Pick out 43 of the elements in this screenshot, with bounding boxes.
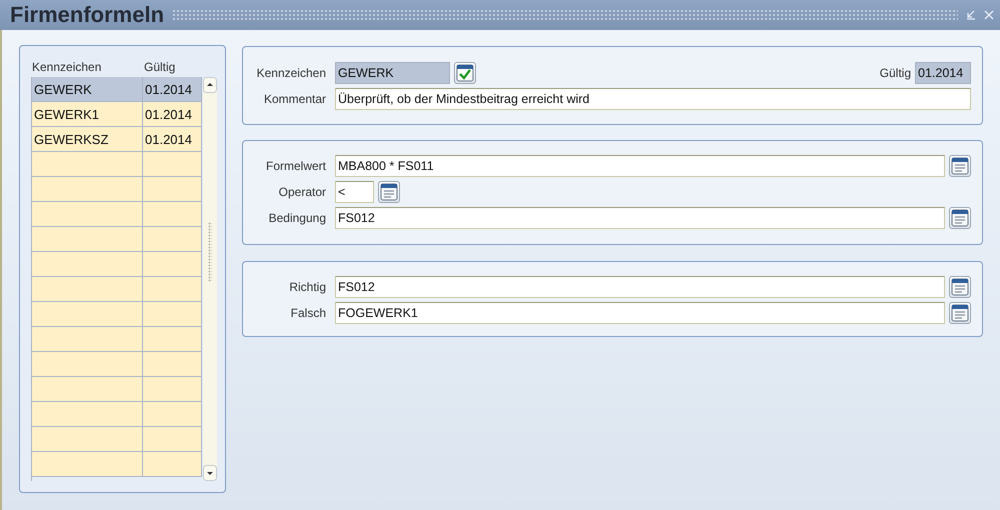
window-title: Firmenformeln — [10, 2, 164, 28]
readonly-field[interactable]: GEWERK — [335, 62, 450, 84]
list-icon — [951, 209, 969, 227]
field-label: Kommentar — [262, 92, 326, 106]
table-cell: GEWERK1 — [34, 106, 100, 122]
list-row[interactable]: GEWERK1 01.2014 — [32, 102, 202, 127]
table-cell: GEWERK — [34, 82, 92, 96]
table-cell: GEWERKSZ — [34, 132, 108, 146]
field-label: Richtig — [288, 280, 326, 294]
readonly-field[interactable]: 01.2014 — [915, 62, 971, 84]
scroll-up-icon[interactable] — [203, 77, 217, 93]
input-field[interactable]: FS012 — [335, 276, 945, 298]
lookup-button[interactable] — [949, 302, 971, 324]
list-row[interactable]: GEWERK 01.2014 — [32, 77, 202, 102]
scrollbar[interactable] — [203, 77, 217, 481]
input-field[interactable]: Überprüft, ob der Mindestbeitrag erreicht wird — [335, 88, 971, 110]
validate-button[interactable] — [454, 62, 476, 84]
lookup-button[interactable] — [949, 276, 971, 298]
field-label: Operator — [278, 185, 326, 199]
check-icon — [456, 64, 474, 82]
field-label: Formelwert — [264, 159, 326, 173]
list-icon — [380, 183, 398, 201]
lookup-button[interactable] — [949, 207, 971, 229]
column-header: Kennzeichen — [31, 60, 102, 74]
lookup-button[interactable] — [378, 181, 400, 203]
table-cell: 01.2014 — [145, 106, 192, 122]
field-label: Kennzeichen — [256, 66, 326, 80]
input-field[interactable]: FOGEWERK1 — [335, 302, 945, 324]
input-field[interactable]: < — [335, 181, 374, 203]
scroll-down-icon[interactable] — [203, 465, 217, 481]
table-cell: 01.2014 — [145, 132, 192, 146]
column-header: Gültig — [143, 60, 176, 74]
field-label: Bedingung — [268, 211, 326, 225]
field-label: Falsch — [290, 306, 326, 320]
lookup-button[interactable] — [949, 155, 971, 177]
input-field[interactable]: MBA800 * FS011 — [335, 155, 945, 177]
list-row[interactable]: GEWERKSZ 01.2014 — [32, 127, 202, 152]
table-cell: 01.2014 — [145, 82, 192, 96]
input-field[interactable]: FS012 — [335, 207, 945, 229]
list-icon — [951, 157, 969, 175]
list-icon — [951, 304, 969, 322]
field-label: Gültig — [880, 66, 911, 80]
list-icon — [951, 278, 969, 296]
